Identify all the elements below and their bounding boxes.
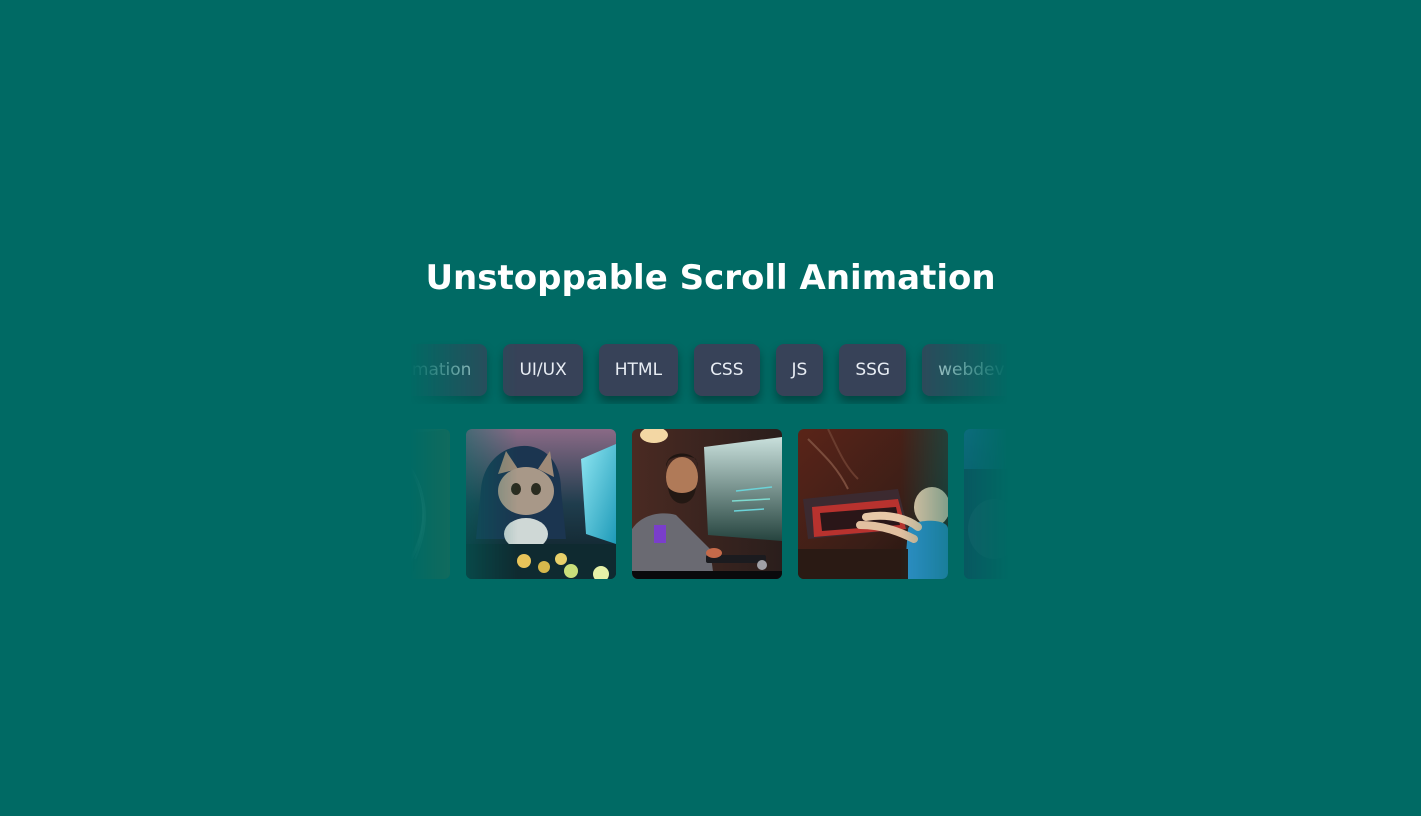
tags-scroller[interactable]: animation UI/UX HTML CSS JS SSG webdev [410,338,1008,404]
man-at-computer-image[interactable] [632,429,782,579]
images-scroller[interactable] [410,428,1008,580]
tag-ssg[interactable]: SSG [839,344,907,396]
leaf-image[interactable] [410,429,450,579]
page-title: Unstoppable Scroll Animation [425,258,996,298]
tag-animation[interactable]: animation [410,344,488,396]
tag-html[interactable]: HTML [598,344,679,396]
tag-css[interactable]: CSS [694,344,760,396]
images-track [410,429,1008,579]
tag-js[interactable]: JS [775,344,824,396]
tag-webdev[interactable]: webdev [922,344,1008,396]
tag-ui-ux[interactable]: UI/UX [503,344,583,396]
page: Unstoppable Scroll Animation animation U… [0,0,1421,816]
blue-abstract-image[interactable] [964,429,1008,579]
cat-coding-image[interactable] [466,429,616,579]
tags-track: animation UI/UX HTML CSS JS SSG webdev [410,344,1008,396]
baby-typing-image[interactable] [798,429,948,579]
